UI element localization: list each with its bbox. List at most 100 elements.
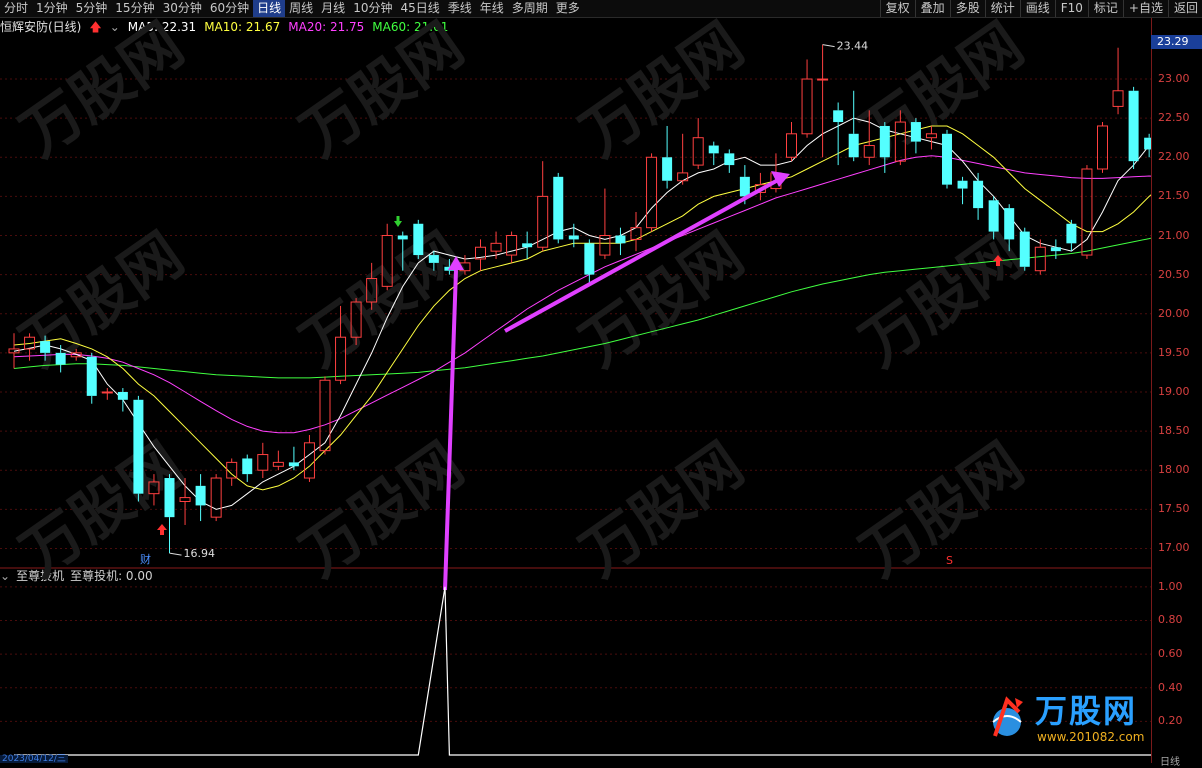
watermark-text: 万股网: [848, 430, 1036, 591]
period-tabs: 分时 1分钟 5分钟 15分钟 30分钟 60分钟 日线 周线 月线 10分钟 45日线 季线 年线 多周…: [0, 0, 584, 17]
toolbar-separator: [949, 0, 951, 17]
annotation-arrow-vertical: [443, 269, 458, 591]
price-tick: 17.50: [1158, 502, 1190, 516]
candle-body: [677, 172, 689, 182]
period-tab-11[interactable]: 季线: [444, 0, 476, 17]
candle-body: [1050, 247, 1061, 252]
period-tab-2[interactable]: 5分钟: [72, 0, 112, 17]
candle-body: [164, 478, 175, 518]
watermark-text: 万股网: [848, 220, 1036, 381]
candle-body: [957, 180, 968, 189]
candle-body: [55, 352, 66, 365]
price-tick: 17.00: [1158, 541, 1190, 555]
annotation-arrowhead: [771, 171, 790, 187]
candle-body: [40, 341, 51, 353]
toolbar-button-7[interactable]: +自选: [1125, 0, 1167, 17]
toolbar-button-5[interactable]: F10: [1057, 0, 1087, 17]
period-tab-14[interactable]: 更多: [552, 0, 584, 17]
toolbar-separator: [1054, 0, 1056, 17]
watermark-text: 万股网: [8, 220, 196, 381]
period-tab-8[interactable]: 月线: [317, 0, 349, 17]
candle-body: [1097, 125, 1108, 170]
candle-body: [397, 235, 408, 240]
period-tab-1[interactable]: 1分钟: [32, 0, 72, 17]
candle-body: [117, 391, 128, 400]
chart-canvas[interactable]: 万股网万股网万股网万股网万股网万股网万股网万股网万股网万股网万股网万股网23.4…: [0, 18, 1151, 763]
toolbar-separator: [914, 0, 916, 17]
candle-body: [988, 200, 999, 232]
watermark-text: 万股网: [568, 18, 756, 170]
candle-body: [133, 399, 144, 494]
toolbar-button-1[interactable]: 叠加: [917, 0, 949, 17]
candle-body: [1112, 90, 1124, 107]
price-tick: 22.50: [1158, 111, 1190, 125]
price-tick: 22.00: [1158, 150, 1190, 164]
period-tab-4[interactable]: 30分钟: [159, 0, 206, 17]
period-tab-6[interactable]: 日线: [253, 0, 286, 17]
candle-body: [739, 176, 750, 197]
price-tick: 19.50: [1158, 345, 1190, 359]
toolbar-right: 复权 叠加 多股 统计 画线 F10 标记 +自选 返回: [879, 0, 1202, 17]
watermark-text: 万股网: [8, 18, 196, 170]
candle-body: [692, 137, 704, 166]
toolbar-separator: [879, 0, 881, 17]
period-label: 日线: [1160, 757, 1180, 768]
toolbar-separator: [1122, 0, 1124, 17]
period-tab-7[interactable]: 周线: [285, 0, 317, 17]
candle-body: [646, 156, 658, 229]
indicator-line: [14, 586, 1151, 756]
period-tab-12[interactable]: 年线: [476, 0, 508, 17]
candle-body: [1128, 90, 1139, 162]
candle-body: [1019, 231, 1030, 267]
period-tab-3[interactable]: 15分钟: [111, 0, 158, 17]
toolbar-button-3[interactable]: 统计: [987, 0, 1019, 17]
toolbar-button-6[interactable]: 标记: [1090, 0, 1122, 17]
watermark-text: 万股网: [568, 430, 756, 591]
candle-body: [848, 133, 859, 158]
cai-marker: 财: [140, 552, 151, 566]
period-tab-9[interactable]: 10分钟: [349, 0, 396, 17]
current-price-box: 23.29: [1151, 35, 1202, 49]
toolbar-button-0[interactable]: 复权: [882, 0, 914, 17]
candle-body: [303, 442, 315, 479]
candle-body: [708, 145, 719, 154]
date-label: 2023/04/12/三: [0, 754, 68, 764]
candle-body: [288, 462, 299, 467]
toolbar-separator: [984, 0, 986, 17]
candle-body: [801, 78, 813, 135]
candle-body: [1004, 208, 1015, 240]
candle-body: [817, 78, 829, 81]
watermark-text: 万股网: [288, 18, 476, 170]
candle-body: [615, 235, 626, 244]
price-axis: 23.00 22.50 22.00 21.50 21.00 20.50 20.00 19.50…: [1151, 18, 1202, 763]
candle-body: [490, 242, 502, 252]
period-tab-13[interactable]: 多周期: [508, 0, 552, 17]
price-tick: 19.00: [1158, 384, 1190, 398]
candle-body: [179, 497, 191, 502]
candle-body: [568, 235, 579, 240]
indicator-tick: 0.20: [1158, 714, 1183, 728]
price-tick: 21.00: [1158, 228, 1190, 242]
s-marker: S: [946, 554, 953, 567]
period-tab-5[interactable]: 60分钟: [206, 0, 253, 17]
buy-arrow-icon: [157, 524, 167, 535]
candle-body: [724, 153, 735, 166]
toolbar-button-2[interactable]: 多股: [952, 0, 984, 17]
brand-url: www.201082.com: [1037, 730, 1145, 744]
candle-body: [833, 110, 844, 123]
toolbar-button-4[interactable]: 画线: [1022, 0, 1054, 17]
candle-body: [1034, 246, 1046, 272]
candle-body: [319, 379, 331, 452]
low-label: 16.94: [184, 547, 216, 560]
toolbar-separator: [1019, 0, 1021, 17]
toolbar: 分时 1分钟 5分钟 15分钟 30分钟 60分钟 日线 周线 月线 10分钟 45日线 季线 年线 多周…: [0, 0, 1202, 18]
sell-arrow-icon: [394, 216, 402, 227]
price-tick: 20.50: [1158, 267, 1190, 281]
period-tab-0[interactable]: 分时: [0, 0, 32, 17]
price-tick: 18.00: [1158, 463, 1190, 477]
toolbar-button-8[interactable]: 返回: [1170, 0, 1202, 17]
candle-body: [879, 125, 890, 158]
indicator-tick: 0.80: [1158, 613, 1183, 627]
period-tab-10[interactable]: 45日线: [396, 0, 443, 17]
price-tick: 18.50: [1158, 424, 1190, 438]
